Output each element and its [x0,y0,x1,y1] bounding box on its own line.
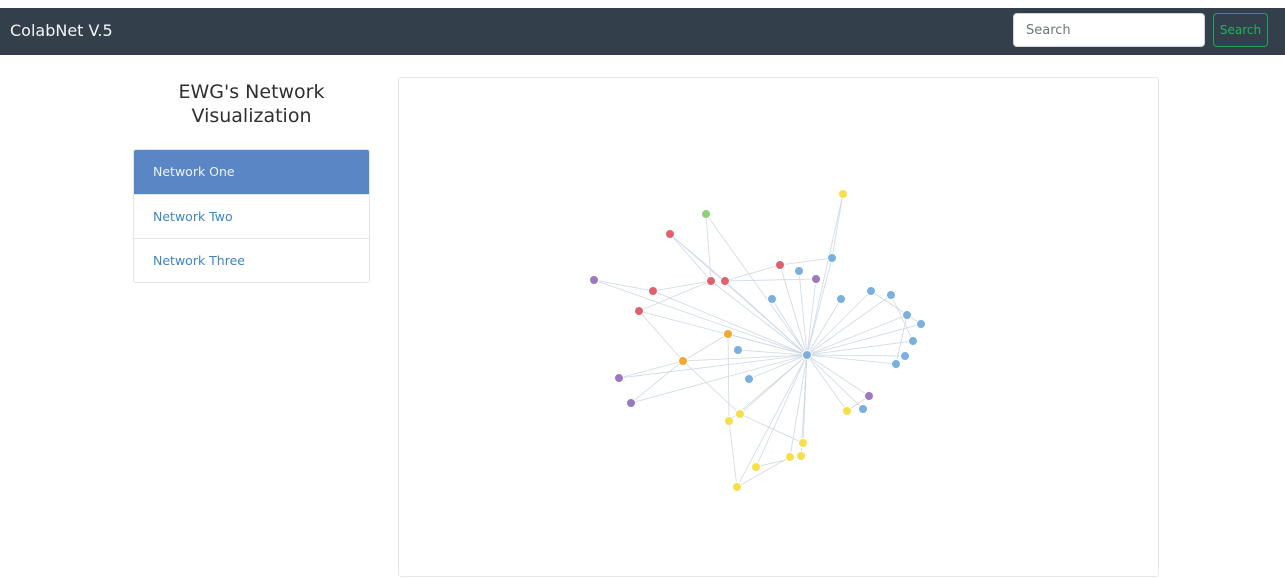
graph-edge [630,354,808,404]
graph-node[interactable] [744,374,754,384]
graph-edge [682,360,741,415]
network-graph-panel [398,77,1159,577]
graph-node[interactable] [634,306,644,316]
graph-edge [755,354,808,468]
graph-node[interactable] [811,274,821,284]
graph-edge [806,354,906,357]
graph-node[interactable] [723,329,733,339]
graph-edge [652,280,712,292]
graph-node[interactable] [733,345,743,355]
graph-edge [806,354,870,397]
graph-node[interactable] [864,391,874,401]
graph-edge [779,257,833,266]
graph-edge [710,280,808,356]
graph-node[interactable] [908,336,918,346]
graph-node[interactable] [902,310,912,320]
graph-edge [705,213,712,282]
graph-node[interactable] [891,359,901,369]
graph-edge [593,279,808,356]
graph-edge [831,193,844,259]
graph-node[interactable] [678,356,688,366]
graph-node[interactable] [827,253,837,263]
graph-node[interactable] [836,294,846,304]
graph-node[interactable] [866,286,876,296]
graph-edge [771,298,808,356]
graph-node[interactable] [796,451,806,461]
graph-node[interactable] [785,452,795,462]
graph-node[interactable] [916,319,926,329]
graph-edge [618,360,684,379]
graph-node[interactable] [614,373,624,383]
graph-node[interactable] [886,290,896,300]
graph-node[interactable] [838,189,848,199]
page-title: EWG's Network Visualization [178,81,325,127]
graph-node[interactable] [900,351,910,361]
graph-edge [739,413,804,444]
graph-node[interactable] [751,462,761,472]
graph-edge [630,360,684,404]
graph-edge [682,333,729,362]
graph-edge [724,278,817,282]
network-graph[interactable] [399,78,1160,578]
graph-node[interactable] [775,260,785,270]
graph-node[interactable] [798,438,808,448]
graph-node[interactable] [706,276,716,286]
app-brand[interactable]: ColabNet V.5 [10,20,113,42]
graph-edge [806,278,817,356]
graph-edge [638,280,712,312]
graph-node[interactable] [665,229,675,239]
graph-edge [806,294,892,356]
graph-edge [638,310,684,362]
graph-edge [806,193,844,356]
graph-node[interactable] [589,275,599,285]
graph-node[interactable] [802,350,812,360]
graph-edge [806,314,908,356]
graph-edge [806,354,864,410]
graph-edge [728,420,738,488]
network-item-two[interactable]: Network Two [134,194,369,238]
graph-edge [806,257,833,356]
search-button[interactable]: Search [1213,13,1268,47]
graph-node[interactable] [732,482,742,492]
top-navbar: ColabNet V.5 Search [0,8,1285,55]
graph-edge [806,298,842,356]
graph-node[interactable] [648,286,658,296]
graph-edge [593,279,654,292]
graph-node[interactable] [701,209,711,219]
graph-node[interactable] [858,404,868,414]
graph-node[interactable] [735,409,745,419]
graph-node[interactable] [794,266,804,276]
graph-node[interactable] [626,398,636,408]
graph-edge [669,233,712,282]
graph-node[interactable] [767,294,777,304]
network-item-one[interactable]: Network One [134,150,369,194]
graph-edge [806,340,914,356]
graph-edge [727,333,730,422]
search-input[interactable] [1013,13,1205,47]
network-item-three[interactable]: Network Three [134,238,369,282]
graph-node[interactable] [724,416,734,426]
network-list: Network One Network Two Network Three [133,149,370,283]
graph-edge [669,233,726,282]
graph-node[interactable] [842,406,852,416]
graph-node[interactable] [720,276,730,286]
graph-edge [806,354,897,365]
graph-edge [806,354,848,412]
